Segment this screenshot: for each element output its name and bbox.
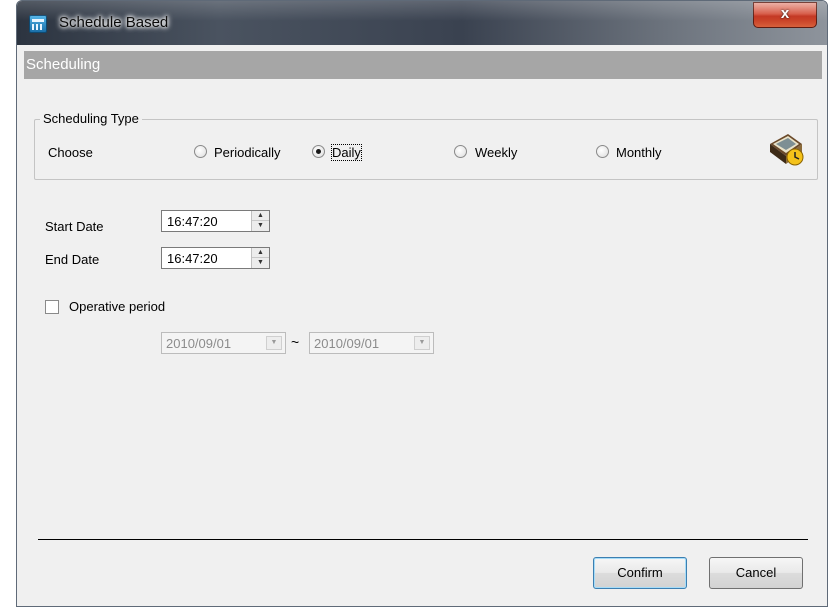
spin-up-arrow-icon[interactable]: ▲ — [252, 248, 269, 258]
date-range-separator: ~ — [291, 334, 300, 350]
spin-up-arrow-icon[interactable]: ▲ — [252, 211, 269, 221]
operative-period-to-combo[interactable]: 2010/09/01 ▼ — [309, 332, 434, 354]
scheduling-type-legend: Scheduling Type — [40, 111, 142, 126]
radio-weekly[interactable] — [454, 145, 467, 158]
operative-period-label[interactable]: Operative period — [69, 299, 165, 314]
choose-label: Choose — [48, 145, 93, 160]
title-bar[interactable]: Schedule Based x — [17, 1, 827, 45]
calendar-app-icon — [29, 15, 47, 33]
end-date-value[interactable]: 16:47:20 — [167, 251, 218, 266]
footer-separator — [38, 539, 808, 540]
dropdown-arrow-icon[interactable]: ▼ — [266, 336, 282, 350]
dialog-client-area: Scheduling Scheduling Type Choose Period… — [24, 45, 822, 601]
spin-down-arrow-icon[interactable]: ▼ — [252, 221, 269, 231]
spin-down-arrow-icon[interactable]: ▼ — [252, 258, 269, 268]
radio-periodically[interactable] — [194, 145, 207, 158]
cancel-button[interactable]: Cancel — [709, 557, 803, 589]
confirm-button[interactable]: Confirm — [593, 557, 687, 589]
radio-monthly-label[interactable]: Monthly — [616, 145, 662, 160]
dropdown-arrow-icon[interactable]: ▼ — [414, 336, 430, 350]
scheduling-type-group: Scheduling Type — [34, 111, 818, 180]
operative-period-to-value: 2010/09/01 — [314, 336, 380, 351]
end-date-spinner[interactable]: 16:47:20 ▲ ▼ — [161, 247, 270, 269]
operative-period-from-combo[interactable]: 2010/09/01 ▼ — [161, 332, 286, 354]
end-date-spin-buttons[interactable]: ▲ ▼ — [251, 248, 269, 268]
calendar-clock-icon — [770, 134, 804, 166]
operative-period-checkbox[interactable] — [45, 300, 59, 314]
radio-daily-label[interactable]: Daily — [331, 144, 362, 161]
radio-monthly[interactable] — [596, 145, 609, 158]
start-date-value[interactable]: 16:47:20 — [167, 214, 218, 229]
radio-periodically-label[interactable]: Periodically — [214, 145, 280, 160]
section-header: Scheduling — [24, 51, 822, 79]
window-title: Schedule Based — [59, 14, 169, 31]
start-date-spinner[interactable]: 16:47:20 ▲ ▼ — [161, 210, 270, 232]
end-date-label: End Date — [45, 252, 100, 267]
operative-period-from-value: 2010/09/01 — [166, 336, 232, 351]
radio-weekly-label[interactable]: Weekly — [475, 145, 517, 160]
start-date-spin-buttons[interactable]: ▲ ▼ — [251, 211, 269, 231]
schedule-dialog: Schedule Based x Scheduling Scheduling T… — [16, 0, 828, 607]
start-date-label: Start Date — [45, 219, 104, 234]
close-button[interactable]: x — [753, 2, 817, 28]
radio-daily[interactable] — [312, 145, 325, 158]
